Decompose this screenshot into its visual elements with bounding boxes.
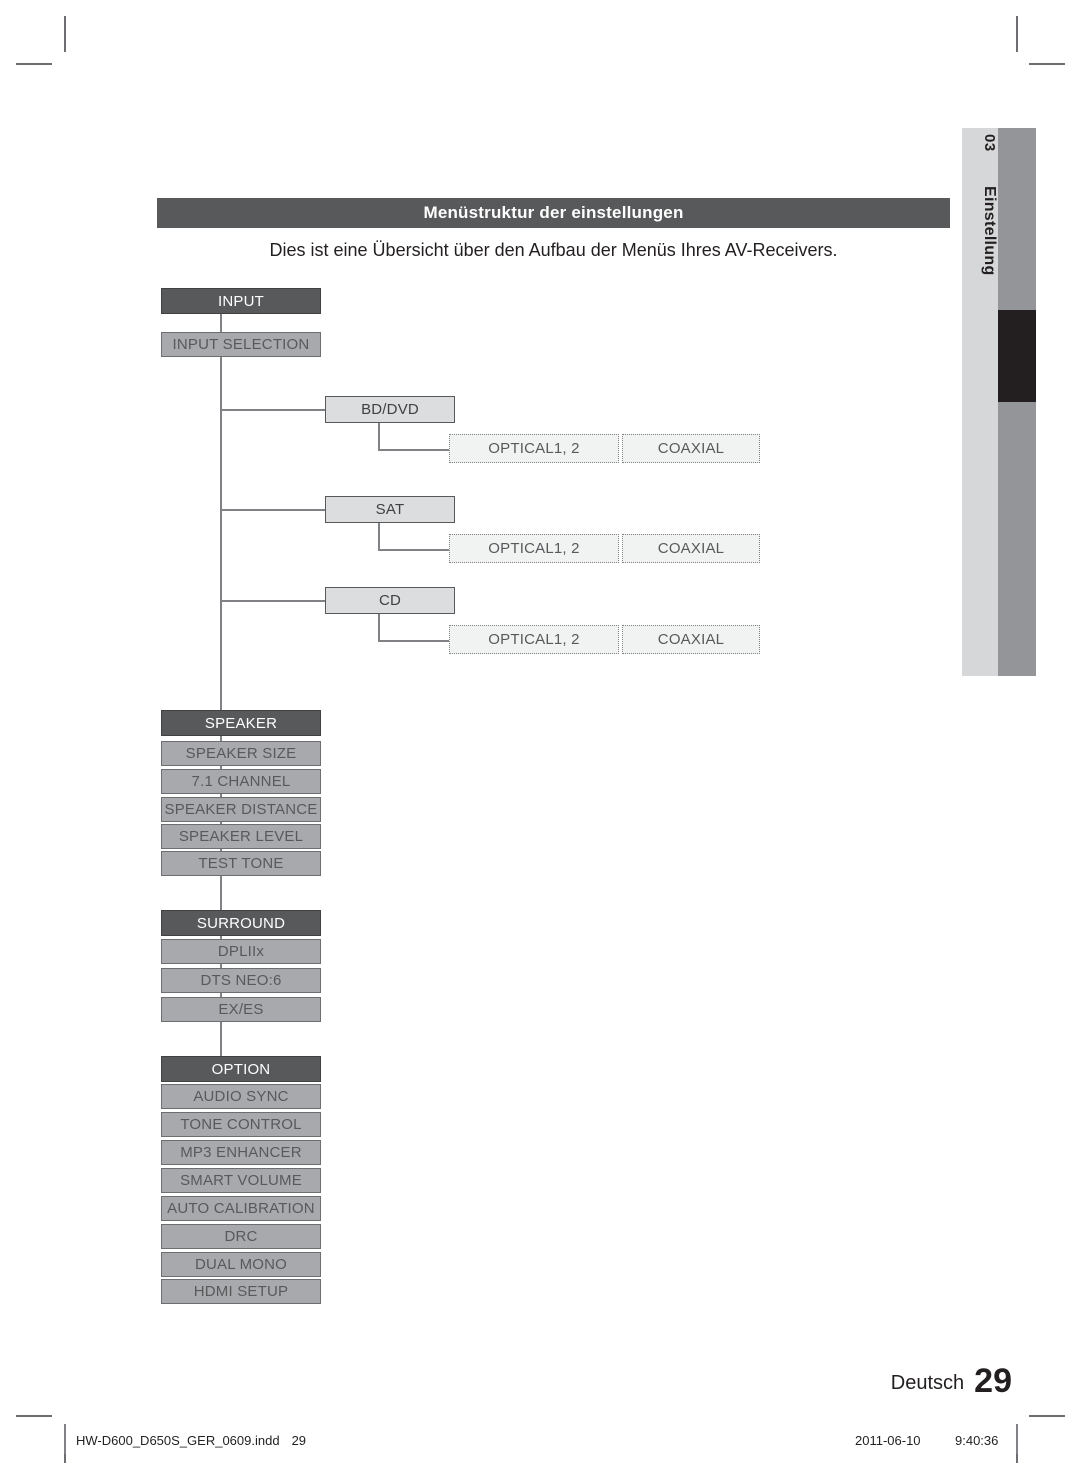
node-source-cd: CD <box>325 587 455 614</box>
node-leaf-coaxial: COAXIAL <box>622 434 760 463</box>
node-leaf-coaxial: COAXIAL <box>622 534 760 563</box>
connector-trunk-to-cd <box>220 600 326 602</box>
print-file-page: 29 <box>291 1433 307 1448</box>
node-leaf-coaxial: COAXIAL <box>622 625 760 654</box>
node-option-item-drc: DRC <box>161 1224 321 1249</box>
print-file-name: HW-D600_D650S_GER_0609.indd <box>76 1433 280 1448</box>
menu-structure-diagram: INPUT INPUT SELECTION BD/DVD OPTICAL1, 2… <box>0 0 1080 1479</box>
node-option-item-hdmi-setup: HDMI SETUP <box>161 1279 321 1304</box>
node-option-item-audio-sync: AUDIO SYNC <box>161 1084 321 1109</box>
node-surround-header: SURROUND <box>161 910 321 936</box>
connector-sat-to-leaves <box>378 549 450 551</box>
print-rule-left <box>64 1424 66 1454</box>
node-option-item-smart-volume: SMART VOLUME <box>161 1168 321 1193</box>
node-input-selection: INPUT SELECTION <box>161 332 321 357</box>
node-leaf-optical: OPTICAL1, 2 <box>449 434 619 463</box>
node-option-item-mp3-enhancer: MP3 ENHANCER <box>161 1140 321 1165</box>
connector-cd-to-leaves <box>378 640 450 642</box>
print-date: 2011-06-10 <box>855 1433 921 1448</box>
footer-page-indicator: Deutsch 29 <box>0 1362 1012 1401</box>
connector-bddvd-down <box>378 423 380 450</box>
node-option-item-tone-control: TONE CONTROL <box>161 1112 321 1137</box>
connector-bddvd-to-leaves <box>378 449 450 451</box>
connector-trunk-to-bddvd <box>220 409 326 411</box>
node-speaker-item-speaker-size: SPEAKER SIZE <box>161 741 321 766</box>
node-option-header: OPTION <box>161 1056 321 1082</box>
node-speaker-header: SPEAKER <box>161 710 321 736</box>
node-surround-item-dpliix: DPLIIx <box>161 939 321 964</box>
node-input-header: INPUT <box>161 288 321 314</box>
footer-language: Deutsch <box>890 1372 965 1394</box>
node-leaf-optical: OPTICAL1, 2 <box>449 534 619 563</box>
node-source-sat: SAT <box>325 496 455 523</box>
connector-input-to-selection <box>220 314 222 332</box>
node-speaker-item-speaker-distance: SPEAKER DISTANCE <box>161 797 321 822</box>
print-time: 9:40:36 <box>955 1433 999 1448</box>
print-rule-right <box>1016 1424 1018 1454</box>
connector-trunk-to-sat <box>220 509 326 511</box>
node-leaf-optical: OPTICAL1, 2 <box>449 625 619 654</box>
node-speaker-item-speaker-level: SPEAKER LEVEL <box>161 824 321 849</box>
node-surround-item-exes: EX/ES <box>161 997 321 1022</box>
node-surround-item-dts-neo6: DTS NEO:6 <box>161 968 321 993</box>
connector-sat-down <box>378 523 380 550</box>
footer-page-number: 29 <box>974 1362 1012 1400</box>
print-source-file: HW-D600_D650S_GER_0609.indd 29 <box>76 1433 306 1448</box>
node-option-item-auto-calibration: AUTO CALIBRATION <box>161 1196 321 1221</box>
node-speaker-item-test-tone: TEST TONE <box>161 851 321 876</box>
node-option-item-dual-mono: DUAL MONO <box>161 1252 321 1277</box>
node-speaker-item-71-channel: 7.1 CHANNEL <box>161 769 321 794</box>
connector-cd-down <box>378 614 380 641</box>
node-source-bddvd: BD/DVD <box>325 396 455 423</box>
